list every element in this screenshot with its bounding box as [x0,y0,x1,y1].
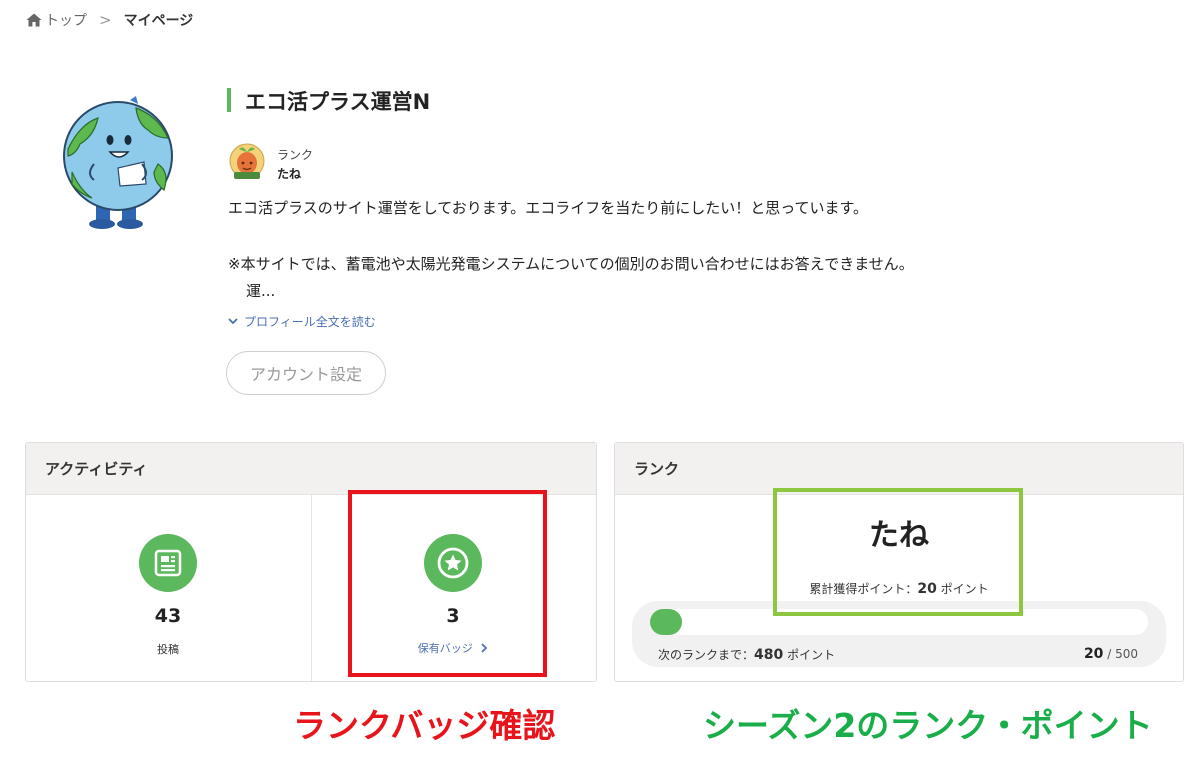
read-full-profile-link[interactable]: プロフィール全文を読む [228,313,376,330]
progress-total: 500 [1115,647,1138,661]
annotation-season-rank-label: シーズン2のランク・ポイント [703,706,1153,745]
posts-label: 投稿 [157,643,179,656]
user-avatar [63,96,173,229]
progress-count: 20 / 500 [1083,646,1138,662]
bio-text-line2: ※本サイトでは、蓄電池や太陽光発電システムについての個別のお問い合わせにはお答え… [228,255,914,273]
profile-name: エコ活プラス運営N [245,90,431,114]
article-icon [154,549,182,577]
home-icon [26,13,42,27]
breadcrumb-home-label: トップ [45,13,87,29]
next-rank-value: 480 [754,647,784,663]
progress-current: 20 [1083,646,1104,662]
bio-text-line1: エコ活プラスのサイト運営をしております。エコライフを当たり前にしたい！と思ってい… [228,199,869,217]
rank-name: たね [277,167,302,181]
annotation-green-box [773,488,1023,616]
breadcrumb: トップ > マイページ [26,10,193,30]
next-rank-label: 次のランクまで： [658,648,755,662]
breadcrumb-separator: > [99,11,112,29]
next-rank-unit: ポイント [787,648,836,662]
breadcrumb-home-link[interactable]: トップ [26,10,87,30]
annotation-badge-check-label: ランクバッジ確認 [293,706,556,745]
posts-icon [139,534,197,592]
rank-seed-icon [229,143,265,179]
activity-divider [311,495,312,681]
bio-text-line3: 運... [246,282,276,300]
chevron-down-icon [228,318,238,325]
annotation-red-box [348,490,547,677]
title-accent-bar [227,88,231,112]
read-full-profile-label: プロフィール全文を読む [244,315,376,329]
posts-count: 43 [154,605,182,627]
activity-card-title: アクティビティ [26,443,596,495]
rank-progress-fill [650,609,682,635]
account-settings-button[interactable]: アカウント設定 [226,351,386,395]
points-to-next-rank: 次のランクまで：480 ポイント [658,646,835,663]
breadcrumb-current: マイページ [123,13,194,29]
rank-caption: ランク [277,148,314,162]
